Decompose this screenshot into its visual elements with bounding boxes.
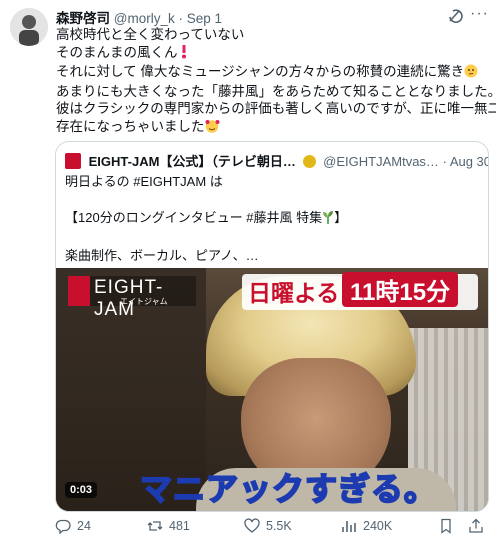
views-button[interactable]: 240K (341, 518, 392, 534)
tweet-line: 彼はクラシックの専門家からの評価も著しく高いのですが、正に唯一無二の (56, 101, 496, 116)
quoted-line: 明日よるの #EIGHTJAM は (65, 174, 223, 189)
heart-icon (244, 518, 260, 533)
thinking-face-icon (464, 64, 478, 83)
quoted-timestamp: Aug 30 (449, 154, 489, 169)
reply-button[interactable]: 24 (55, 518, 91, 534)
tweet-line-text: 存在になっちゃいました (56, 118, 205, 134)
verified-badge-icon (302, 155, 316, 168)
action-bar: 24 481 5.5K 240K (0, 518, 496, 538)
handle[interactable]: @morly_k (114, 11, 175, 26)
reply-count: 24 (77, 519, 91, 533)
avatar-image (10, 8, 48, 46)
tweet-header: 森野啓司 @morly_k · Sep 1 (56, 7, 222, 27)
video-duration: 0:03 (65, 482, 98, 498)
repost-icon (147, 521, 163, 531)
tweet-line: 高校時代と全く変わっていない (56, 27, 245, 42)
seedling-icon (322, 211, 334, 229)
grok-icon[interactable] (447, 8, 463, 24)
broadcast-day: 日曜よる (248, 280, 340, 306)
tweet-line: それに対して 偉大なミュージシャンの方々からの称賛の連続に驚き (56, 63, 481, 83)
separator: · (178, 11, 184, 26)
repost-button[interactable]: 481 (147, 518, 190, 534)
timestamp[interactable]: Sep 1 (187, 11, 222, 26)
share-icon (469, 518, 483, 533)
tweet-line: そのまんまの風くん (56, 44, 481, 64)
quoted-line: 【120分のロングインタビュー #藤井風 特集】 (65, 209, 475, 229)
tweet-line-text: それに対して 偉大なミュージシャンの方々からの称賛の連続に驚き (56, 64, 465, 79)
bookmark-button[interactable] (438, 518, 454, 534)
tweet-line: あまりにも大きくなった「藤井風」をあらためて知ることとなりました。 (56, 83, 496, 99)
bookmark-icon (441, 518, 451, 534)
quoted-tweet-header: EIGHT-JAM【公式】（テレビ朝日… @EIGHTJAMtvas… · Au… (65, 151, 489, 170)
quoted-avatar (65, 153, 81, 169)
eight-jam-logo: EIGHT-JAM エイトジャム (68, 276, 196, 320)
broadcast-time: 11時15分 (342, 272, 459, 307)
like-count: 5.5K (266, 519, 292, 533)
reply-icon (55, 519, 71, 534)
logo-subtext: エイトジャム (120, 297, 168, 306)
heart-exclamation-icon (178, 44, 190, 64)
view-count: 240K (363, 519, 393, 533)
avatar[interactable] (10, 8, 48, 46)
more-options-icon[interactable]: ··· (470, 5, 489, 23)
quoted-line: 楽曲制作、ボーカル、ピアノ、… (65, 248, 259, 263)
video-caption: マニアックすぎる。 (139, 469, 438, 509)
quoted-line-text: 【120分のロングインタビュー #藤井風 特集 (65, 210, 323, 225)
tweet-text: 高校時代と全く変わっていない そのまんまの風くん それに対して 偉大なミュージシ… (56, 26, 496, 138)
tweet-line-text: そのまんまの風くん (56, 44, 178, 60)
share-button[interactable] (468, 518, 484, 534)
smiling-face-with-hearts-icon (205, 119, 220, 138)
tweet-line: 存在になっちゃいました (56, 118, 481, 138)
views-chart-icon (342, 521, 356, 532)
quoted-tweet[interactable]: EIGHT-JAM【公式】（テレビ朝日… @EIGHTJAMtvas… · Au… (55, 141, 489, 512)
display-name[interactable]: 森野啓司 (56, 11, 110, 26)
video-player[interactable]: EIGHT-JAM エイトジャム 日曜よる 11時15分 マニアックすぎる。 0… (56, 268, 488, 511)
quoted-display-name: EIGHT-JAM【公式】（テレビ朝日… (88, 154, 296, 169)
quoted-text: 明日よるの #EIGHTJAM は 【120分のロングインタビュー #藤井風 特… (65, 173, 475, 265)
separator: · (442, 154, 447, 169)
like-button[interactable]: 5.5K (244, 518, 292, 534)
repost-count: 481 (169, 519, 190, 533)
quoted-handle: @EIGHTJAMtvas… (323, 154, 439, 169)
